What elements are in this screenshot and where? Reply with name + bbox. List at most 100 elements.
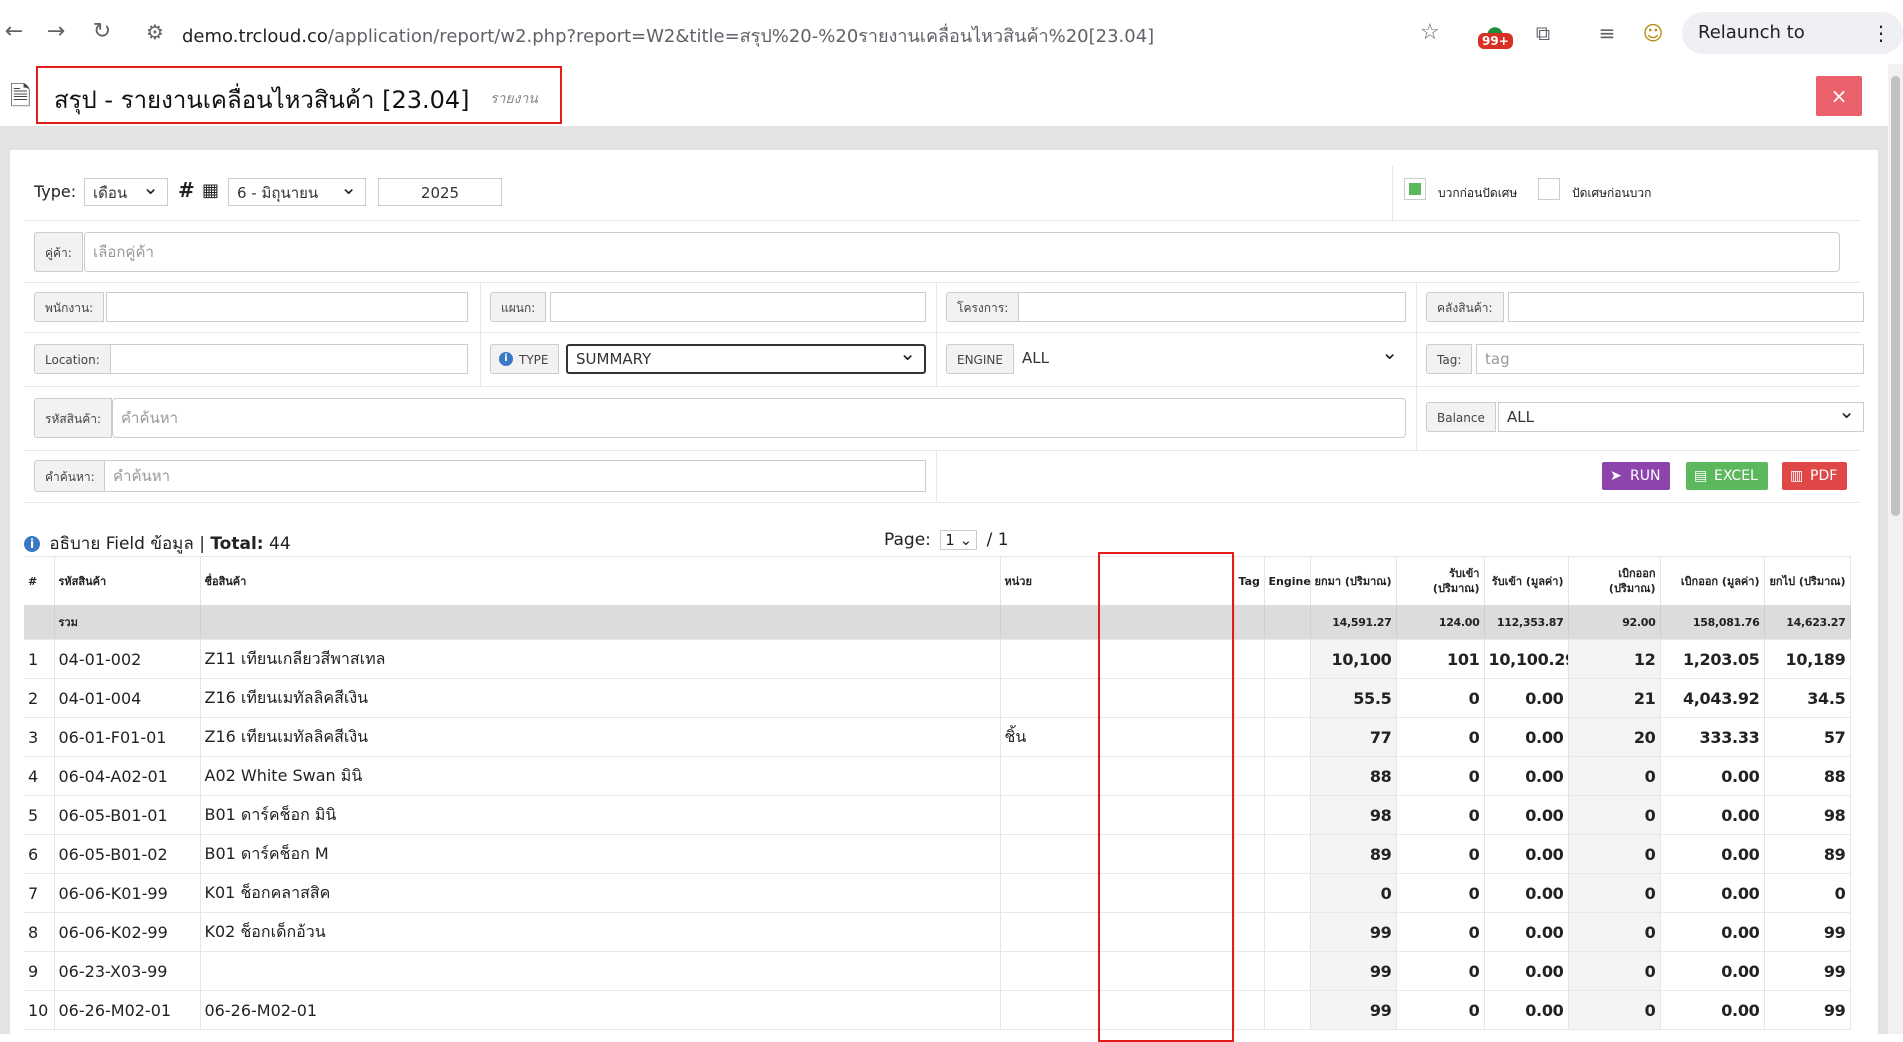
filter-row-org: พนักงาน: แผนก: โครงการ: คลังสินค้า: (24, 282, 1864, 333)
type-label: Type: (34, 182, 77, 201)
blank-cell (1098, 873, 1235, 913)
col-header-unit[interactable]: หน่วย (1000, 556, 1099, 605)
in-value: 0.00 (1484, 834, 1569, 874)
filter-row-search: คำค้นหา: คำค้นหา ➤ RUN ▤ EXCEL ▥ PDF (24, 450, 1860, 503)
table-row[interactable]: 4 06-04-A02-01 A02 White Swan มินิ 88 0 0.00 0… (24, 756, 1851, 796)
search-input[interactable]: คำค้นหา (104, 460, 926, 492)
in-qty: 0 (1396, 912, 1485, 952)
puzzle-extensions-icon[interactable]: ⧉ (1528, 18, 1558, 48)
col-header-name[interactable]: ชื่อสินค้า (200, 556, 1001, 605)
media-controls-icon[interactable]: ≡ (1592, 18, 1622, 48)
col-header-index[interactable]: # (24, 556, 55, 605)
relaunch-button[interactable]: Relaunch to update ⋮ (1682, 12, 1903, 85)
profile-avatar-icon[interactable]: ☺ (1638, 18, 1668, 48)
summary-out-value: 158,081.76 (1660, 605, 1765, 640)
table-row[interactable]: 10 06-26-M02-01 06-26-M02-01 99 0 0.00 0 0.00 99 (24, 990, 1851, 1030)
balance-select[interactable]: ALL (1498, 402, 1864, 432)
warehouse-label: คลังสินค้า: (1426, 292, 1504, 322)
col-divider (480, 282, 481, 332)
product-code: 06-04-A02-01 (54, 756, 201, 796)
summary-cell (24, 605, 55, 640)
col-header-code[interactable]: รหัสสินค้า (54, 556, 201, 605)
product-code: 06-06-K02-99 (54, 912, 201, 952)
total-label: Total: (210, 534, 264, 554)
field-description-link[interactable]: อธิบาย Field ข้อมูล (49, 534, 193, 554)
out-value: 0.00 (1660, 990, 1765, 1030)
product-code-input[interactable]: คำค้นหา (112, 398, 1406, 438)
department-input[interactable] (550, 292, 926, 322)
col-divider (936, 332, 937, 386)
out-qty: 21 (1568, 678, 1661, 718)
close-button[interactable]: × (1816, 76, 1862, 116)
col-header-blank (1098, 556, 1235, 605)
blank-cell (1098, 834, 1235, 874)
col-header-carry-forward-qty[interactable]: ยกไป (ปริมาณ) (1764, 556, 1851, 605)
row-index: 1 (24, 639, 55, 679)
bookmark-star-icon[interactable]: ☆ (1420, 20, 1440, 45)
customer-input[interactable]: เลือกคู่ค้า (84, 232, 1840, 272)
col-header-in-value[interactable]: รับเข้า (มูลค่า) (1484, 556, 1569, 605)
table-row[interactable]: 2 04-01-004 Z16 เทียนเมทัลลิคสีเงิน 55.5 0 0.… (24, 678, 1851, 718)
product-code: 06-05-B01-02 (54, 834, 201, 874)
info-icon[interactable]: i (24, 536, 40, 552)
forward-icon[interactable]: → (42, 18, 70, 46)
engine-select[interactable]: ALL (1014, 344, 1406, 374)
table-row[interactable]: 9 06-23-X03-99 99 0 0.00 0 0.00 99 (24, 951, 1851, 991)
summary-carry-forward: 14,623.27 (1764, 605, 1851, 640)
excel-button[interactable]: ▤ EXCEL (1686, 462, 1768, 490)
back-icon[interactable]: ← (0, 18, 28, 46)
blank-cell (1098, 912, 1235, 952)
engine-cell (1264, 990, 1311, 1030)
filter-row-customer: คู่ค้า: เลือกคู่ค้า (24, 220, 1860, 283)
table-info: i อธิบาย Field ข้อมูล | Total: 44 (24, 530, 291, 557)
warehouse-input[interactable] (1508, 292, 1864, 322)
col-header-out-qty[interactable]: เบิกออก (ปริมาณ) (1568, 556, 1661, 605)
col-header-brought-forward-qty[interactable]: ยกมา (ปริมาณ) (1310, 556, 1397, 605)
table-row[interactable]: 6 06-05-B01-02 B01 ดาร์คช็อก M 89 0 0.00 0 0.00… (24, 834, 1851, 874)
col-header-out-value[interactable]: เบิกออก (มูลค่า) (1660, 556, 1765, 605)
scrollbar-thumb[interactable] (1891, 76, 1900, 516)
year-input[interactable]: 2025 (378, 178, 502, 206)
tag-cell (1234, 756, 1265, 796)
run-button[interactable]: ➤ RUN (1602, 462, 1671, 490)
address-bar[interactable]: ⚙ demo.trcloud.co/application/report/w2.… (140, 8, 1430, 56)
row-divider (1392, 166, 1393, 220)
table-row[interactable]: 5 06-05-B01-01 B01 ดาร์คช็อก มินิ 98 0 0.00 0 0… (24, 795, 1851, 835)
page-scrollbar[interactable] (1888, 64, 1903, 1034)
project-input[interactable] (1018, 292, 1406, 322)
location-input[interactable] (110, 344, 468, 374)
month-select[interactable]: 6 - มิถุนายน (228, 178, 366, 206)
more-menu-icon[interactable]: ⋮ (1871, 12, 1891, 54)
out-qty: 12 (1568, 639, 1661, 679)
col-header-engine[interactable]: Engine (1264, 556, 1311, 605)
pdf-button[interactable]: ▥ PDF (1782, 462, 1848, 490)
site-settings-icon[interactable]: ⚙ (146, 20, 164, 44)
separator: | (199, 534, 205, 554)
type-field-select[interactable]: SUMMARY (566, 344, 926, 374)
in-value: 0.00 (1484, 951, 1569, 991)
table-row[interactable]: 8 06-06-K02-99 K02 ช็อกเด็กอ้วน 99 0 0.00 0 0.0… (24, 912, 1851, 952)
search-placeholder: คำค้นหา (113, 467, 171, 485)
checkbox-checked-mark (1409, 183, 1421, 195)
product-name: A02 White Swan มินิ (200, 756, 1001, 796)
col-header-in-qty[interactable]: รับเข้า (ปริมาณ) (1396, 556, 1485, 605)
page-select[interactable]: 1 ⌄ (940, 530, 978, 550)
month-select-value: 6 - มิถุนายน (237, 184, 319, 202)
table-row[interactable]: 7 06-06-K01-99 K01 ช็อกคลาสสิค 0 0 0.00 0 0.00 0 (24, 873, 1851, 913)
type-select[interactable]: เดือน (84, 178, 168, 206)
product-name (200, 951, 1001, 991)
round-before-add-checkbox[interactable] (1404, 178, 1426, 200)
page-header: 🗎 สรุป - รายงานเคลื่อนไหวสินค้า [23.04] … (0, 64, 1888, 126)
row-index: 3 (24, 717, 55, 757)
tag-input[interactable]: tag (1476, 344, 1864, 374)
blank-cell (1098, 639, 1235, 679)
product-code: 04-01-004 (54, 678, 201, 718)
table-row[interactable]: 3 06-01-F01-01 Z16 เทียนเมทัลลิคสีเงิน ชิ้น… (24, 717, 1851, 757)
brought-forward-qty: 88 (1310, 756, 1397, 796)
reload-icon[interactable]: ↻ (88, 18, 116, 46)
col-header-tag[interactable]: Tag (1234, 556, 1265, 605)
table-row[interactable]: 1 04-01-002 Z11 เทียนเกลียวสีพาสเทล 10,100 1… (24, 639, 1851, 679)
employee-input[interactable] (106, 292, 468, 322)
product-code-placeholder: คำค้นหา (121, 409, 179, 427)
add-before-round-checkbox[interactable] (1538, 178, 1560, 200)
